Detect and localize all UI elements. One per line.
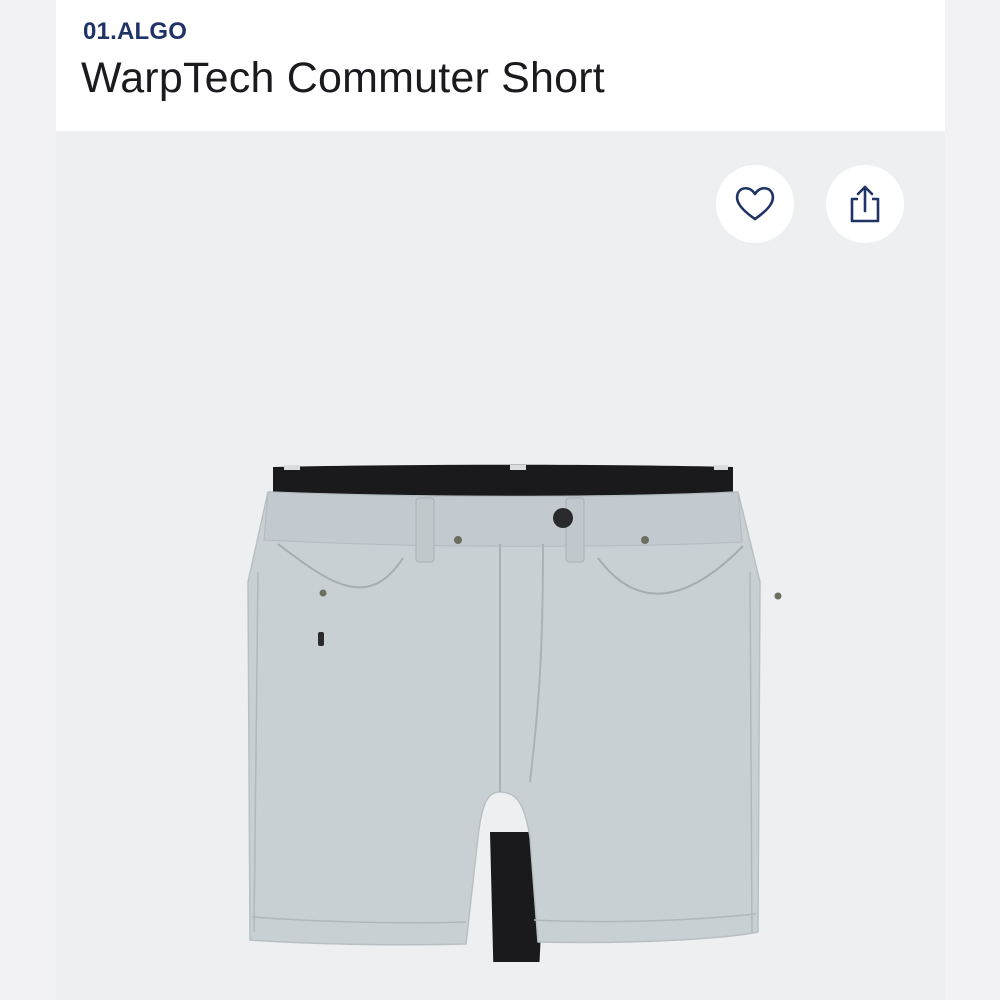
share-button[interactable] [826,165,904,243]
product-header: 01.ALGO WarpTech Commuter Short [56,0,945,131]
product-gallery[interactable] [56,131,945,1000]
wishlist-button[interactable] [716,165,794,243]
brand-label[interactable]: 01.ALGO [83,18,187,46]
product-title: WarpTech Commuter Short [81,54,605,102]
right-edge [945,0,1000,1000]
share-icon [850,185,880,223]
product-image[interactable] [238,462,818,962]
left-edge [0,0,56,1000]
product-page: 01.ALGO WarpTech Commuter Short [0,0,1000,1000]
heart-icon [735,186,775,221]
